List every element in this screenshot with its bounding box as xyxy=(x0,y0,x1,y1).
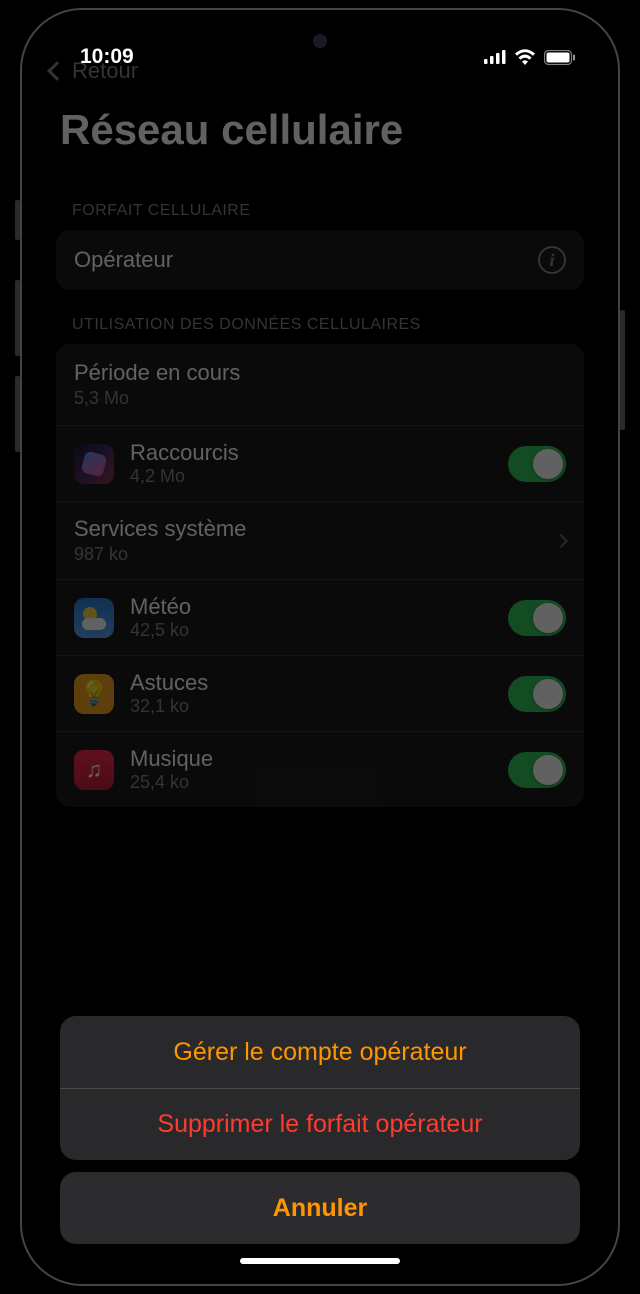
cancel-button[interactable]: Annuler xyxy=(60,1172,580,1244)
services-label: Services système xyxy=(74,516,246,542)
app-name: Astuces xyxy=(130,670,492,696)
app-data: 42,5 ko xyxy=(130,620,492,641)
app-row-tips: 💡 Astuces 32,1 ko xyxy=(56,655,584,731)
wifi-icon xyxy=(514,49,536,65)
period-label: Période en cours xyxy=(74,360,566,386)
toggle-music[interactable] xyxy=(508,752,566,788)
front-camera xyxy=(313,34,327,48)
manage-account-button[interactable]: Gérer le compte opérateur xyxy=(60,1016,580,1088)
info-icon[interactable]: i xyxy=(538,246,566,274)
plan-header: FORFAIT CELLULAIRE xyxy=(32,176,608,230)
page-title: Réseau cellulaire xyxy=(32,98,608,176)
app-row-shortcuts: Raccourcis 4,2 Mo xyxy=(56,425,584,501)
status-time: 10:09 xyxy=(80,45,134,69)
carrier-card: Opérateur i xyxy=(56,230,584,290)
status-indicators xyxy=(484,49,576,65)
app-name: Raccourcis xyxy=(130,440,492,466)
app-name: Musique xyxy=(130,746,492,772)
action-sheet-group: Gérer le compte opérateur Supprimer le f… xyxy=(60,1016,580,1160)
current-period-row[interactable]: Période en cours 5,3 Mo xyxy=(56,344,584,425)
screen: 10:09 Retour Réseau cellulaire FORFAIT C… xyxy=(32,20,608,1274)
battery-icon xyxy=(544,50,576,65)
chevron-right-icon xyxy=(554,533,568,547)
app-name: Météo xyxy=(130,594,492,620)
app-data: 25,4 ko xyxy=(130,772,492,793)
phone-frame: 10:09 Retour Réseau cellulaire FORFAIT C… xyxy=(20,8,620,1286)
toggle-shortcuts[interactable] xyxy=(508,446,566,482)
system-services-row[interactable]: Services système 987 ko xyxy=(56,501,584,579)
shortcuts-icon xyxy=(74,444,114,484)
carrier-row[interactable]: Opérateur i xyxy=(56,230,584,290)
remove-plan-button[interactable]: Supprimer le forfait opérateur xyxy=(60,1088,580,1160)
toggle-tips[interactable] xyxy=(508,676,566,712)
app-row-music: ♫ Musique 25,4 ko xyxy=(56,731,584,807)
music-icon: ♫ xyxy=(74,750,114,790)
weather-icon xyxy=(74,598,114,638)
app-data: 32,1 ko xyxy=(130,696,492,717)
carrier-label: Opérateur xyxy=(74,247,173,273)
toggle-weather[interactable] xyxy=(508,600,566,636)
power-button xyxy=(620,310,625,430)
notch xyxy=(230,20,410,56)
cellular-icon xyxy=(484,50,506,64)
tips-icon: 💡 xyxy=(74,674,114,714)
period-value: 5,3 Mo xyxy=(74,388,566,409)
action-sheet: Gérer le compte opérateur Supprimer le f… xyxy=(60,1016,580,1244)
services-value: 987 ko xyxy=(74,544,246,565)
usage-card: Période en cours 5,3 Mo Raccourcis 4,2 M… xyxy=(56,344,584,807)
home-indicator[interactable] xyxy=(240,1258,400,1264)
app-row-weather: Météo 42,5 ko xyxy=(56,579,584,655)
usage-header: UTILISATION DES DONNÉES CELLULAIRES xyxy=(32,290,608,344)
app-data: 4,2 Mo xyxy=(130,466,492,487)
